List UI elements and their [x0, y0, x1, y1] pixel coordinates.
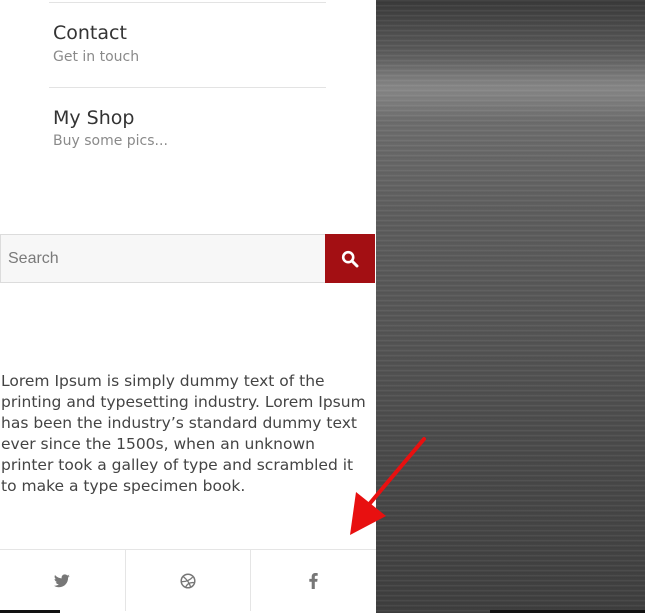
menu-item-subtitle: Buy some pics... — [53, 133, 168, 149]
annotation-arrow-icon — [350, 437, 426, 535]
about-text: Lorem Ipsum is simply dummy text of the … — [1, 372, 366, 495]
sidebar: Contact Get in touch My Shop Buy some pi… — [0, 0, 376, 613]
menu-item-title[interactable]: My Shop — [53, 107, 134, 129]
menu-item-title[interactable]: Contact — [53, 22, 127, 44]
search-input[interactable] — [0, 234, 325, 283]
social-link-dribbble[interactable] — [126, 550, 252, 611]
twitter-icon — [54, 573, 71, 587]
menu-divider — [49, 2, 326, 3]
menu-item-subtitle: Get in touch — [53, 49, 140, 65]
social-link-twitter[interactable] — [0, 550, 126, 611]
social-bar — [0, 549, 376, 611]
facebook-icon — [309, 572, 318, 589]
menu-divider — [49, 87, 326, 88]
dribbble-icon — [180, 572, 196, 589]
social-link-facebook[interactable] — [251, 550, 376, 611]
search-button[interactable] — [325, 234, 375, 283]
search-icon — [341, 250, 359, 267]
photo-haze — [376, 60, 645, 120]
